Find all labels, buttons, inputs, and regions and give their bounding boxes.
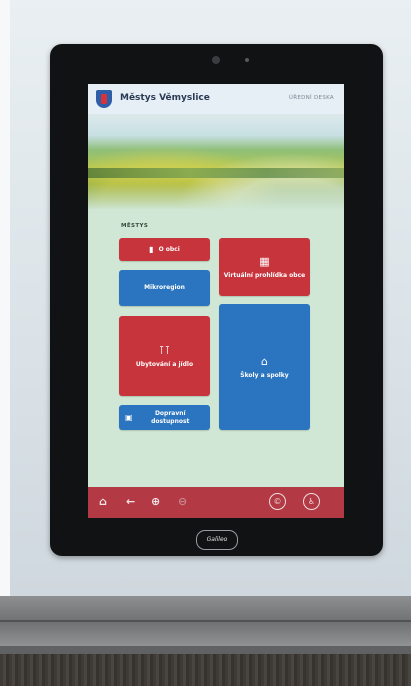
ledge-groove — [0, 620, 411, 622]
tile-about-town[interactable]: ▮ O obci — [119, 238, 210, 261]
tile-microregion[interactable]: Mikroregion — [119, 270, 210, 306]
tile-virtual-tour[interactable]: ▦ Virtuální prohlídka obce — [219, 238, 310, 296]
banner-fade — [88, 184, 344, 210]
tile-label: Dopravní dostupnost — [151, 410, 190, 425]
app-header: Městys Věmyslice ÚŘEDNÍ DESKA — [88, 84, 344, 114]
tile-label: Mikroregion — [144, 284, 185, 292]
back-arrow-icon[interactable]: ← — [126, 496, 135, 508]
kiosk-screen: Městys Věmyslice ÚŘEDNÍ DESKA MĚSTYS ▮ O… — [88, 84, 344, 518]
tile-label: Virtuální prohlídka obce — [223, 271, 306, 279]
coat-of-arms-icon[interactable] — [96, 90, 112, 108]
floor — [0, 654, 411, 686]
ledge-shadow — [0, 646, 411, 654]
kiosk-device: Městys Věmyslice ÚŘEDNÍ DESKA MĚSTYS ▮ O… — [50, 44, 383, 556]
car-icon: ▣ — [125, 412, 133, 422]
tile-transport-access[interactable]: ▣ Dopravní dostupnost — [119, 405, 210, 430]
copyright-icon[interactable]: © — [269, 493, 286, 510]
section-title: MĚSTYS — [121, 223, 149, 229]
map-icon: ▦ — [259, 254, 270, 268]
town-title[interactable]: Městys Věmyslice — [120, 93, 210, 103]
banner-treeline — [88, 168, 344, 178]
tile-accommodation-food[interactable]: ⊺⊺ Ubytování a jídlo — [119, 316, 210, 396]
device-brand-logo: Galileo — [196, 530, 238, 550]
camera — [212, 56, 220, 64]
tile-label: Školy a spolky — [240, 371, 289, 379]
wall-edge — [0, 0, 10, 596]
accessibility-icon[interactable]: ♿ — [303, 493, 320, 510]
tile-label: Ubytování a jídlo — [135, 360, 194, 368]
cutlery-icon: ⊺⊺ — [158, 343, 171, 357]
home-icon: ⌂ — [261, 354, 268, 368]
tile-label: O obci — [158, 245, 180, 253]
zoom-in-icon[interactable]: ⊕ — [151, 496, 160, 508]
official-board-link[interactable]: ÚŘEDNÍ DESKA — [289, 95, 334, 101]
tile-schools-clubs[interactable]: ⌂ Školy a spolky — [219, 304, 310, 430]
sensor — [245, 58, 249, 62]
bottom-toolbar: ⌂ ← ⊕ ⊖ © ♿ — [88, 487, 344, 518]
info-icon: ▮ — [149, 244, 154, 254]
home-icon[interactable]: ⌂ — [99, 496, 107, 508]
zoom-out-icon[interactable]: ⊖ — [178, 496, 187, 508]
